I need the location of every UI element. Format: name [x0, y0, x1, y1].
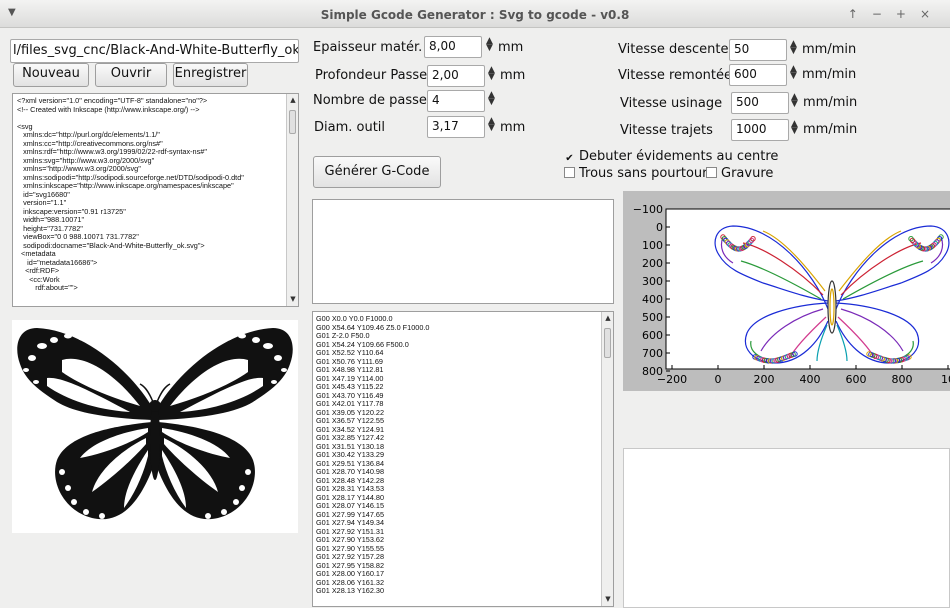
- checkbox-checked-icon[interactable]: ✔: [564, 154, 575, 165]
- depth-unit: mm: [500, 68, 526, 83]
- speed-mill-label: Vitesse usinage: [620, 96, 723, 111]
- no-contour-label: Trous sans pourtour: [579, 166, 708, 181]
- toolpath-chart: −100 0 100 200 300 400 500 600 700 800 −200 0 200 40…: [633, 203, 950, 386]
- passes-label: Nombre de passe :: [313, 93, 436, 108]
- speed-down-unit: mm/min: [802, 42, 857, 57]
- tool-spin-icon[interactable]: ▲ ▼: [488, 117, 495, 133]
- svg-source-line: <!-- Created with Inkscape (http://www.i…: [17, 104, 200, 114]
- checkbox-icon[interactable]: [564, 167, 575, 178]
- no-contour-option[interactable]: Trous sans pourtour: [564, 166, 708, 181]
- y-tick-label: 700: [642, 347, 663, 360]
- new-button[interactable]: Nouveau: [13, 63, 89, 87]
- svg-source-line: rdf:about="">: [17, 283, 78, 292]
- log-textarea[interactable]: [312, 199, 614, 304]
- y-tick-label: 0: [656, 221, 663, 234]
- center-start-label: Debuter évidements au centre: [579, 149, 779, 164]
- x-tick-label: −200: [657, 373, 687, 386]
- y-tick-label: 400: [642, 293, 663, 306]
- svg-preview-image: [12, 320, 298, 533]
- open-button[interactable]: Ouvrir: [95, 63, 167, 87]
- speed-travel-label: Vitesse trajets: [620, 123, 713, 138]
- x-tick-label: 0: [715, 373, 722, 386]
- gcode-textarea[interactable]: G00 X0.0 Y0.0 F1000.0 G00 X54.64 Y109.46 …: [312, 311, 614, 607]
- y-tick-label: −100: [633, 203, 663, 216]
- engrave-label: Gravure: [721, 166, 774, 181]
- depth-spin-icon[interactable]: ▲ ▼: [488, 66, 495, 82]
- speed-travel-spin-icon[interactable]: ▲ ▼: [791, 120, 798, 136]
- y-tick-label: 600: [642, 329, 663, 342]
- speed-down-label: Vitesse descente: [618, 42, 729, 57]
- svg-source-scrollbar[interactable]: ▲ ▼: [286, 94, 298, 306]
- thickness-input[interactable]: 8,00: [424, 36, 482, 58]
- close-icon[interactable]: ×: [920, 7, 944, 21]
- toolpath-plot: −100 0 100 200 300 400 500 600 700 800 −200 0 200 40…: [623, 191, 950, 391]
- svg-source-text: <?xml version="1.0" encoding="UTF-8" sta…: [13, 94, 298, 296]
- speed-up-unit: mm/min: [802, 67, 857, 82]
- restore-icon[interactable]: +: [896, 7, 920, 21]
- passes-input[interactable]: 4: [427, 90, 485, 112]
- center-start-option[interactable]: ✔ Debuter évidements au centre: [564, 149, 778, 165]
- passes-spin-icon[interactable]: ▲ ▼: [488, 91, 495, 107]
- maximize-up-icon[interactable]: ↑: [848, 7, 872, 21]
- y-tick-label: 500: [642, 311, 663, 324]
- svg-source-line: sodipodi:docname="Black-And-White-Butter…: [17, 240, 205, 250]
- file-path-field[interactable]: l/files_svg_cnc/Black-And-White-Butterfl…: [10, 39, 299, 63]
- tool-unit: mm: [500, 120, 526, 135]
- x-tick-label: 400: [800, 373, 821, 386]
- speed-up-label: Vitesse remontée: [618, 68, 732, 83]
- app-window: ▼ Simple Gcode Generator : Svg to gcode …: [0, 0, 950, 608]
- speed-down-input[interactable]: 50: [729, 39, 787, 61]
- speed-travel-unit: mm/min: [803, 122, 858, 137]
- speed-up-input[interactable]: 600: [729, 64, 787, 86]
- speed-down-spin-icon[interactable]: ▲ ▼: [790, 40, 797, 56]
- tool-label: Diam. outil: [314, 120, 386, 135]
- minimize-icon[interactable]: −: [872, 7, 896, 21]
- gcode-line: G01 X28.13 Y162.30: [316, 586, 385, 595]
- x-tick-label: 10: [941, 373, 950, 386]
- x-tick-label: 200: [754, 373, 775, 386]
- thickness-label: Epaisseur matér.: [313, 40, 423, 55]
- speed-mill-unit: mm/min: [803, 95, 858, 110]
- butterfly-image: [17, 328, 293, 520]
- tool-input[interactable]: 3,17: [427, 116, 485, 138]
- svg-source-line: [17, 114, 294, 123]
- window-controls: ↑−+×: [848, 7, 944, 21]
- speed-up-spin-icon[interactable]: ▲ ▼: [790, 65, 797, 81]
- y-tick-label: 300: [642, 275, 663, 288]
- scroll-thumb[interactable]: [289, 110, 296, 134]
- gcode-scrollbar[interactable]: ▲ ▼: [601, 312, 613, 606]
- engrave-option[interactable]: Gravure: [706, 166, 773, 181]
- speed-mill-input[interactable]: 500: [731, 92, 789, 114]
- preview-panel: [623, 448, 950, 608]
- scroll-down-icon[interactable]: ▼: [288, 294, 298, 305]
- x-tick-label: 800: [892, 373, 913, 386]
- speed-travel-input[interactable]: 1000: [731, 119, 789, 141]
- scroll-down-icon[interactable]: ▼: [603, 594, 613, 605]
- depth-label: Profondeur Passe :: [315, 68, 436, 83]
- save-button[interactable]: Enregistrer: [173, 63, 248, 87]
- thickness-unit: mm: [498, 40, 524, 55]
- y-tick-label: 100: [642, 239, 663, 252]
- scroll-up-icon[interactable]: ▲: [288, 95, 298, 106]
- scroll-up-icon[interactable]: ▲: [603, 313, 613, 324]
- window-title: Simple Gcode Generator : Svg to gcode - …: [320, 8, 630, 22]
- checkbox-icon[interactable]: [706, 167, 717, 178]
- speed-mill-spin-icon[interactable]: ▲ ▼: [791, 93, 798, 109]
- x-tick-label: 600: [846, 373, 867, 386]
- depth-input[interactable]: 2,00: [427, 65, 485, 87]
- gcode-text: G00 X0.0 Y0.0 F1000.0 G00 X54.64 Y109.46 …: [313, 312, 613, 599]
- svg-source-textarea[interactable]: <?xml version="1.0" encoding="UTF-8" sta…: [12, 93, 299, 307]
- thickness-spin-icon[interactable]: ▲ ▼: [486, 37, 493, 53]
- scroll-thumb[interactable]: [604, 328, 611, 358]
- y-tick-label: 200: [642, 257, 663, 270]
- title-bar: ▼ Simple Gcode Generator : Svg to gcode …: [0, 0, 950, 28]
- generate-gcode-button[interactable]: Générer G-Code: [313, 156, 441, 188]
